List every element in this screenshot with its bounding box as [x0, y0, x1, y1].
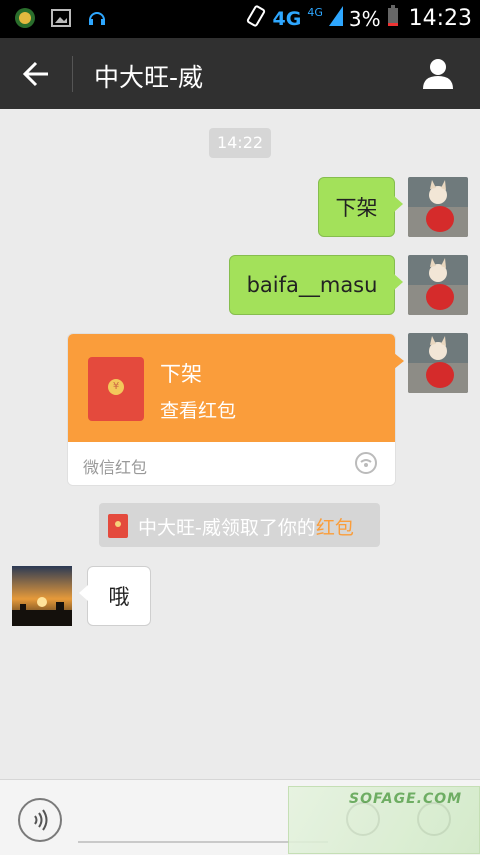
red-packet-subtitle: 查看红包 — [160, 400, 237, 422]
contact-profile-icon[interactable] — [422, 57, 454, 89]
network-type: 4G — [272, 7, 302, 30]
battery-icon — [387, 5, 399, 32]
received-message-bubble[interactable]: 哦 — [79, 566, 151, 626]
red-packet-tail — [394, 353, 404, 369]
red-packet-small-icon — [108, 514, 128, 538]
my-avatar[interactable] — [408, 177, 468, 237]
network-type-secondary: 4G — [307, 6, 323, 19]
title-divider — [72, 56, 73, 92]
my-avatar[interactable] — [408, 255, 468, 315]
back-arrow-icon[interactable] — [22, 60, 50, 88]
red-envelope-icon: ¥ — [88, 357, 144, 421]
voice-icon[interactable] — [18, 798, 62, 842]
red-packet-message[interactable]: ¥ 下架 查看红包 微信红包 — [67, 333, 396, 486]
yuan-coin-icon: ¥ — [108, 379, 124, 395]
red-packet-header: ¥ 下架 查看红包 — [68, 334, 395, 442]
system-notice: 中大旺-威领取了你的红包 — [99, 503, 380, 547]
headset-notification-icon — [86, 7, 108, 29]
chat-title: 中大旺-威 — [94, 63, 204, 92]
my-avatar[interactable] — [408, 333, 468, 393]
watermark-text: SOFAGE.COM — [349, 791, 463, 807]
signal-icon — [328, 6, 343, 31]
red-packet-link[interactable]: 红包 — [316, 517, 354, 539]
sent-message-bubble[interactable]: baifa__masu — [229, 255, 403, 315]
image-notification-icon — [50, 7, 72, 29]
rotate-icon — [245, 5, 267, 32]
system-notice-prefix: 中大旺-威领取了你的 — [138, 517, 316, 539]
contact-avatar[interactable] — [12, 566, 72, 626]
status-bar: 4G 4G 3% 14:23 — [0, 0, 480, 38]
red-packet-title: 下架 — [160, 362, 202, 386]
battery-percent: 3% — [348, 6, 381, 31]
wechat-pay-icon — [355, 452, 377, 474]
sent-message-bubble[interactable]: 下架 — [318, 177, 403, 237]
message-timestamp: 14:22 — [209, 128, 271, 158]
title-bar: 中大旺-威 — [0, 38, 480, 109]
system-notice-text: 中大旺-威领取了你的红包 — [138, 513, 354, 540]
site-watermark: SOFAGE.COM — [288, 786, 480, 854]
red-packet-footer: 微信红包 — [68, 442, 395, 485]
clock: 14:23 — [408, 6, 472, 31]
chat-area[interactable]: 14:22 下架 baifa__masu ¥ 下架 查看红包 微信红包 中大旺-… — [0, 109, 480, 779]
app-notification-icon — [14, 7, 36, 29]
red-packet-label: 微信红包 — [83, 458, 148, 477]
